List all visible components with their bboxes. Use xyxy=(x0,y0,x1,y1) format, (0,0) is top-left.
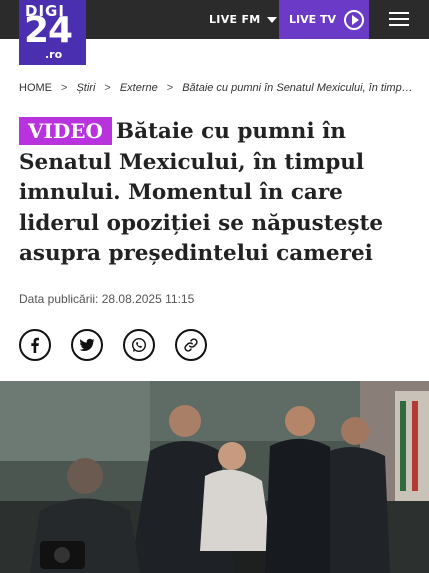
article-title: VIDEO Bătaie cu pumni în Senatul Mexiculu… xyxy=(19,117,414,270)
publish-date-value: 28.08.2025 11:15 xyxy=(101,292,195,306)
twitter-icon xyxy=(79,338,95,352)
breadcrumb-separator: > xyxy=(104,82,111,94)
publish-date-label: Data publicării: xyxy=(19,292,99,306)
live-fm-label: LIVE FM xyxy=(209,13,261,26)
share-twitter-button[interactable] xyxy=(71,329,103,361)
share-bar xyxy=(19,329,207,361)
article-hero-image[interactable] xyxy=(0,381,429,573)
live-tv-label: LIVE TV xyxy=(289,13,336,26)
share-whatsapp-button[interactable] xyxy=(123,329,155,361)
logo-main-text: 24 xyxy=(24,10,73,51)
digi24-logo[interactable]: DIGI 24 .ro xyxy=(19,0,86,65)
copy-link-button[interactable] xyxy=(175,329,207,361)
play-icon xyxy=(343,9,364,30)
live-tv-button[interactable]: LIVE TV xyxy=(279,0,369,39)
breadcrumb-home[interactable]: HOME xyxy=(19,82,52,94)
breadcrumb-current: Bătaie cu pumni în Senatul Mexicului, în… xyxy=(182,82,414,94)
breadcrumb: HOME > Știri > Externe > Bătaie cu pumni… xyxy=(19,82,414,94)
hamburger-menu-icon[interactable] xyxy=(389,12,409,27)
whatsapp-icon xyxy=(131,337,147,353)
live-fm-button[interactable]: LIVE FM xyxy=(209,0,277,39)
link-icon xyxy=(184,338,198,352)
facebook-icon xyxy=(31,337,39,353)
publish-date: Data publicării: 28.08.2025 11:15 xyxy=(19,292,194,306)
share-facebook-button[interactable] xyxy=(19,329,51,361)
video-badge: VIDEO xyxy=(19,117,112,145)
breadcrumb-externe[interactable]: Externe xyxy=(120,82,158,94)
breadcrumb-separator: > xyxy=(166,82,174,94)
senate-photo xyxy=(0,381,429,573)
breadcrumb-separator: > xyxy=(61,82,68,94)
chevron-down-icon xyxy=(266,16,277,23)
logo-suffix-text: .ro xyxy=(45,48,63,61)
breadcrumb-stiri[interactable]: Știri xyxy=(76,82,95,94)
